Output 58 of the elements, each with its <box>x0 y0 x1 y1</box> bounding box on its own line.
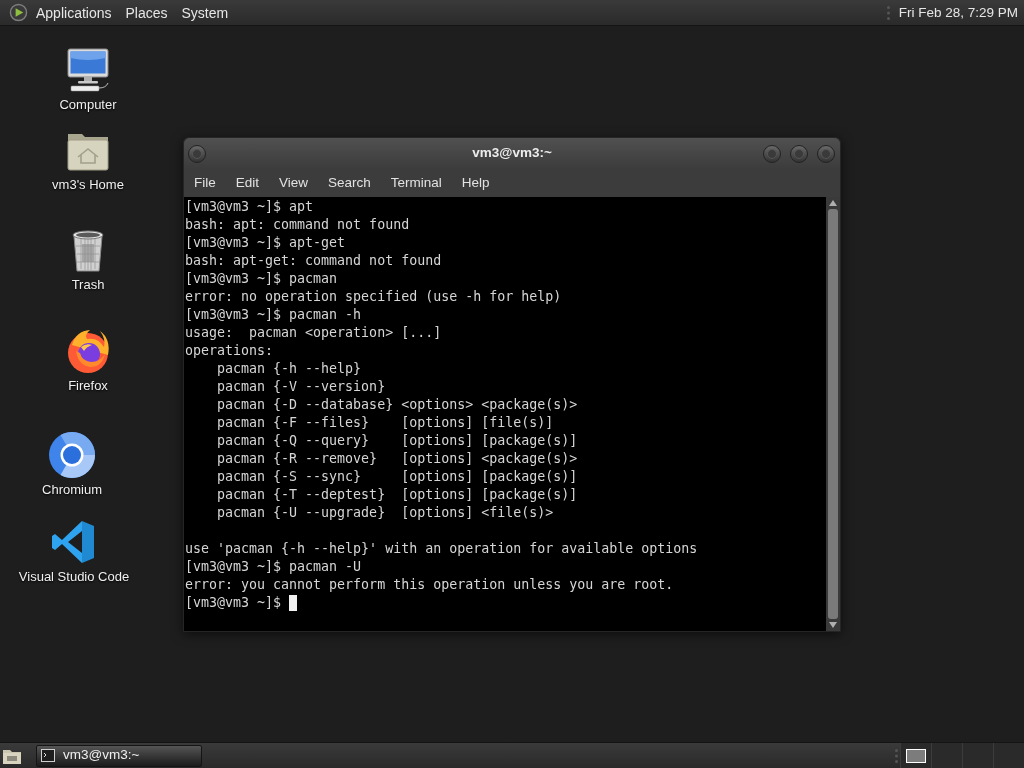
taskbar-button[interactable]: vm3@vm3:~ <box>36 744 202 767</box>
minimize-button[interactable] <box>763 144 781 163</box>
play-circle-icon[interactable] <box>9 3 28 22</box>
terminal-line: pacman {-S --sync} [options] [package(s)] <box>216 468 578 486</box>
workspace-cell[interactable] <box>993 743 1024 768</box>
terminal-line: operations: <box>185 342 274 360</box>
workspace-cell[interactable] <box>900 743 931 768</box>
menu-item[interactable]: View <box>269 172 319 194</box>
terminal-line: pacman {-T --deptest} [options] [package(s)] <box>216 486 578 504</box>
desktop-icon-label[interactable]: vm3's Home <box>52 177 124 193</box>
close-button[interactable] <box>817 144 835 163</box>
terminal-line: error: no operation specified (use -h for help) <box>185 288 562 306</box>
panel-menu[interactable]: System <box>174 0 236 25</box>
clock[interactable]: Fri Feb 28, 7:29 PM <box>896 0 1020 25</box>
menu-item[interactable]: Help <box>451 172 500 194</box>
terminal-line: pacman {-D --database} <options> <package(s)> <box>216 396 578 414</box>
desktop-icon-label[interactable]: Trash <box>71 277 105 293</box>
terminal-line: [vm3@vm3 ~]$ pacman -U <box>185 558 362 576</box>
terminal-line: pacman {-F --files} [options] [file(s)] <box>216 414 554 432</box>
panel-menu[interactable]: Places <box>118 0 175 25</box>
terminal-line: pacman {-Q --query} [options] [package(s)] <box>216 432 578 450</box>
monitor-icon[interactable] <box>64 46 112 94</box>
terminal-line: pacman {-U --upgrade} [options] <file(s)> <box>216 504 554 522</box>
scrollbar-thumb[interactable] <box>828 209 838 619</box>
desktop-icon-label[interactable]: Chromium <box>42 482 102 498</box>
terminal-line: pacman {-R --remove} [options] <package(s)> <box>216 450 578 468</box>
desktop-icon-label[interactable]: Firefox <box>68 378 108 394</box>
terminal-line: [vm3@vm3 ~]$ apt <box>185 198 314 216</box>
terminal-line: [vm3@vm3 ~]$ <box>185 594 283 612</box>
handle-dots-icon[interactable] <box>886 5 890 20</box>
ring-circle-icon[interactable] <box>48 431 96 479</box>
scroll-up-arrow-icon[interactable] <box>829 200 837 206</box>
scroll-down-arrow-icon[interactable] <box>829 622 837 628</box>
terminal-line: bash: apt: command not found <box>185 216 410 234</box>
maximize-button[interactable] <box>790 144 808 163</box>
menu-item[interactable]: Edit <box>225 172 270 194</box>
desktop-icon-label[interactable]: Computer <box>59 97 117 113</box>
scrollbar-track[interactable] <box>826 197 840 631</box>
terminal-line: use 'pacman {-h --help}' with an operation for available options <box>185 540 698 558</box>
handle-dots-icon[interactable] <box>895 748 898 763</box>
terminal-icon <box>41 749 55 762</box>
terminal-line: bash: apt-get: command not found <box>185 252 442 270</box>
desktop-icon-label[interactable]: Visual Studio Code <box>18 569 130 585</box>
terminal-line: pacman {-V --version} <box>216 378 386 396</box>
terminal-line: [vm3@vm3 ~]$ pacman -h <box>185 306 362 324</box>
terminal-line: usage: pacman <operation> [...] <box>185 324 442 342</box>
workspace-cell[interactable] <box>931 743 962 768</box>
window-title: vm3@vm3:~ <box>471 144 553 163</box>
terminal-line: error: you cannot perform this operation unless you are root. <box>185 576 674 594</box>
panel-menu[interactable]: Applications <box>29 0 119 25</box>
workspace-cell[interactable] <box>962 743 993 768</box>
menu-item[interactable]: Search <box>318 172 381 194</box>
menu-item[interactable]: File <box>184 172 226 194</box>
window-menu-button[interactable] <box>188 144 206 163</box>
terminal-line: [vm3@vm3 ~]$ pacman <box>185 270 338 288</box>
terminal-line: [vm3@vm3 ~]$ apt-get <box>185 234 346 252</box>
menu-item[interactable]: Terminal <box>380 172 452 194</box>
terminal-line: pacman {-h --help} <box>216 360 362 378</box>
